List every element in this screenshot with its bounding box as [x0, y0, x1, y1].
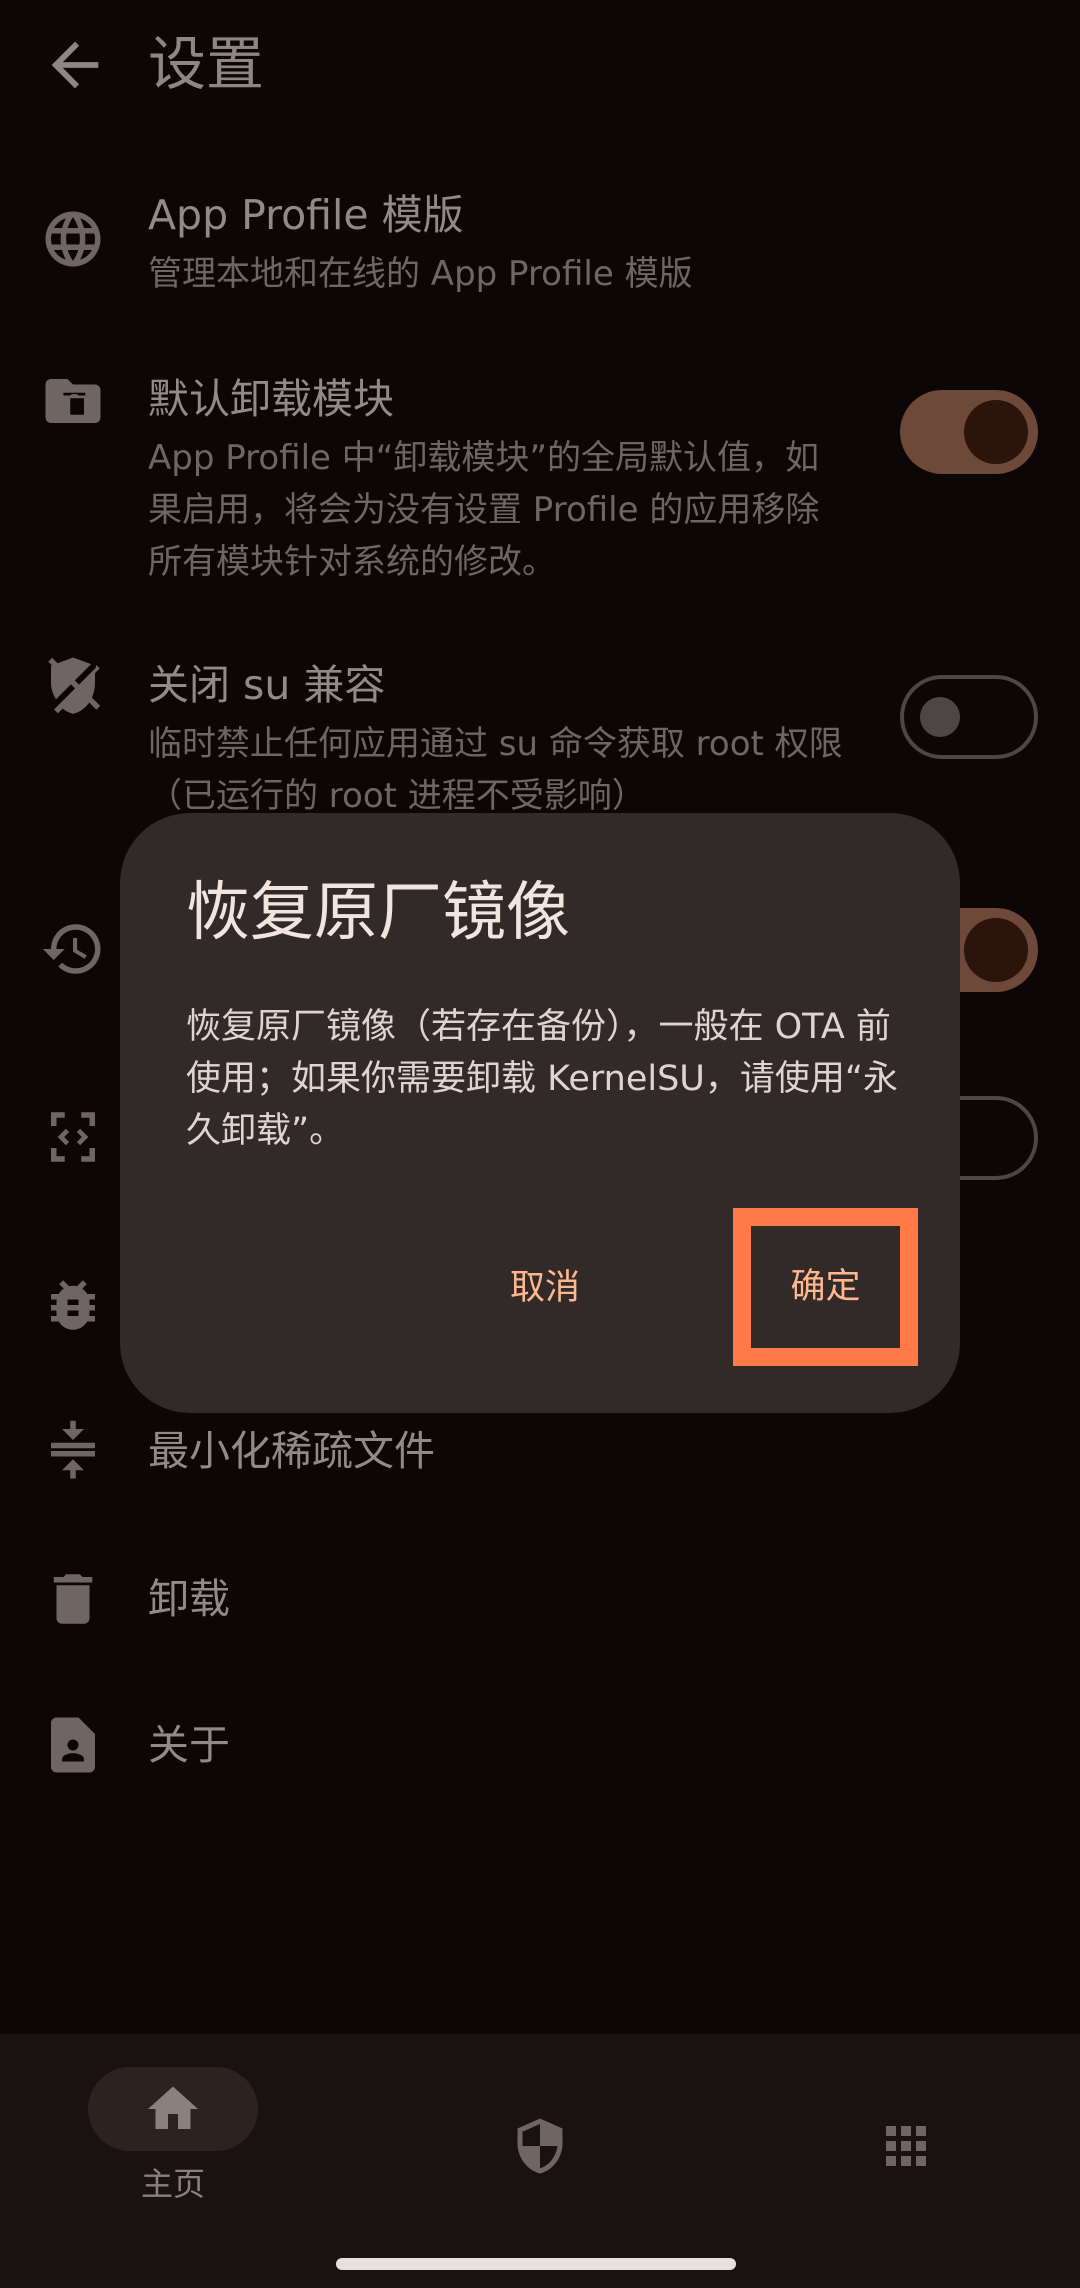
- arrow-back-icon: [51, 41, 99, 89]
- confirm-button[interactable]: 确定: [751, 1226, 900, 1348]
- page-title: 设置: [148, 30, 265, 98]
- setting-description: 管理本地和在线的 App Profile 模版: [148, 254, 693, 294]
- settings-screen: 设置 App Profile 模版 管理本地和在线的 App Profile 模…: [0, 0, 1080, 2288]
- switch-thumb: [920, 697, 960, 737]
- dialog-message: 恢复原厂镜像（若存在备份），一般在 OTA 前使用；如果你需要卸载 Kernel…: [186, 1007, 899, 1151]
- restore-icon: [42, 924, 101, 974]
- bug-icon: [51, 1280, 95, 1330]
- web-grid-icon: [45, 211, 101, 267]
- setting-description: App Profile 中“卸载模块”的全局默认值，如果启用，将会为没有设置 P…: [148, 438, 820, 582]
- home-icon: [148, 2086, 198, 2129]
- setting-title: 卸载: [148, 1575, 230, 1623]
- apps-grid-icon: [886, 2126, 926, 2166]
- setting-title: 默认卸载模块: [148, 375, 394, 423]
- code-icon: [51, 1112, 95, 1162]
- bottom-navigation: 主页: [0, 2034, 1080, 2288]
- dialog-title: 恢复原厂镜像: [186, 876, 570, 950]
- setting-description: 临时禁止任何应用通过 su 命令获取 root 权限（已运行的 root 进程不…: [148, 724, 843, 816]
- gesture-navigation-bar[interactable]: [336, 2258, 736, 2270]
- folder-delete-icon: [45, 379, 101, 423]
- switch-thumb: [964, 400, 1028, 464]
- setting-title: 最小化稀疏文件: [148, 1427, 435, 1475]
- switch-thumb: [964, 918, 1028, 982]
- setting-title: 关于: [148, 1721, 230, 1769]
- contact-page-icon: [51, 1717, 95, 1773]
- setting-title: 关闭 su 兼容: [148, 661, 386, 709]
- disable-su-switch[interactable]: [900, 675, 1038, 759]
- top-app-bar: 设置: [0, 0, 1080, 130]
- cancel-button[interactable]: 取消: [460, 1253, 630, 1323]
- compress-icon: [51, 1420, 95, 1479]
- back-button[interactable]: [40, 30, 110, 100]
- default-umount-switch[interactable]: [900, 390, 1038, 474]
- shield-off-icon: [48, 657, 101, 714]
- trash-icon: [53, 1574, 93, 1624]
- setting-title: App Profile 模版: [148, 191, 464, 239]
- nav-home-label: 主页: [140, 2165, 205, 2203]
- shield-icon: [517, 2118, 563, 2174]
